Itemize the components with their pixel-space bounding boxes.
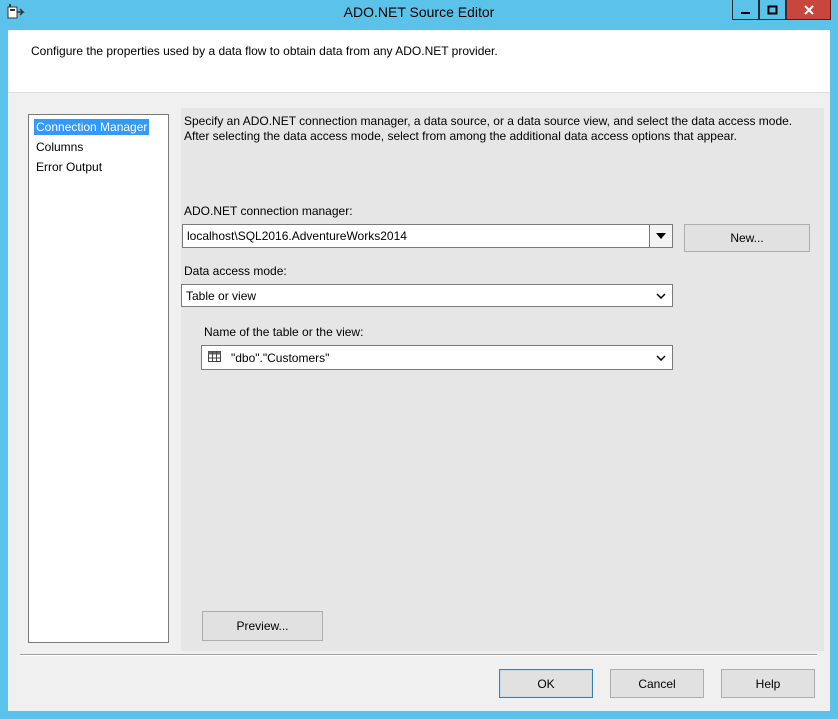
table-name-select[interactable]: "dbo"."Customers" <box>201 345 673 370</box>
minimize-icon <box>740 11 750 14</box>
footer-separator <box>20 654 817 656</box>
access-mode-dropdown-arrow[interactable] <box>650 285 672 306</box>
header-band: Configure the properties used by a data … <box>8 30 830 93</box>
maximize-icon <box>767 5 777 14</box>
dialog-window: ADO.NET Source Editor Configure the prop… <box>0 0 838 719</box>
nav-item-connection-manager[interactable]: Connection Manager <box>34 119 150 135</box>
title-bar[interactable]: ADO.NET Source Editor <box>0 0 838 24</box>
connection-manager-combo[interactable]: localhost\SQL2016.AdventureWorks2014 <box>182 224 673 248</box>
window-title: ADO.NET Source Editor <box>343 4 495 20</box>
new-connection-button[interactable]: New... <box>684 224 810 252</box>
cancel-button[interactable]: Cancel <box>610 669 704 698</box>
chevron-down-icon <box>656 354 666 361</box>
table-name-label: Name of the table or the view: <box>204 325 364 339</box>
table-icon <box>208 351 221 362</box>
data-access-mode-label: Data access mode: <box>184 264 287 278</box>
dialog-content: Configure the properties used by a data … <box>8 30 830 711</box>
page-navigation: Connection Manager Columns Error Output <box>28 114 169 643</box>
chevron-down-icon <box>656 292 666 299</box>
ok-button[interactable]: OK <box>499 669 593 698</box>
close-icon <box>803 4 814 15</box>
nav-item-error-output[interactable]: Error Output <box>34 159 104 175</box>
nav-item-columns[interactable]: Columns <box>34 139 85 155</box>
panel-description: Specify an ADO.NET connection manager, a… <box>184 114 793 143</box>
connection-manager-value: localhost\SQL2016.AdventureWorks2014 <box>187 229 407 243</box>
preview-button[interactable]: Preview... <box>202 611 323 641</box>
maximize-button[interactable] <box>759 0 786 20</box>
help-button[interactable]: Help <box>721 669 815 698</box>
chevron-down-icon <box>656 233 666 239</box>
data-access-mode-value: Table or view <box>186 289 257 303</box>
connection-dropdown-button[interactable] <box>649 225 672 247</box>
connection-manager-label: ADO.NET connection manager: <box>184 204 353 218</box>
minimize-button[interactable] <box>732 0 759 20</box>
close-button[interactable] <box>786 0 831 20</box>
connection-manager-panel: Specify an ADO.NET connection manager, a… <box>181 108 824 651</box>
table-dropdown-arrow[interactable] <box>650 346 672 369</box>
header-description: Configure the properties used by a data … <box>31 44 498 58</box>
data-access-mode-select[interactable]: Table or view <box>181 284 673 307</box>
table-name-value: "dbo"."Customers" <box>231 351 330 365</box>
